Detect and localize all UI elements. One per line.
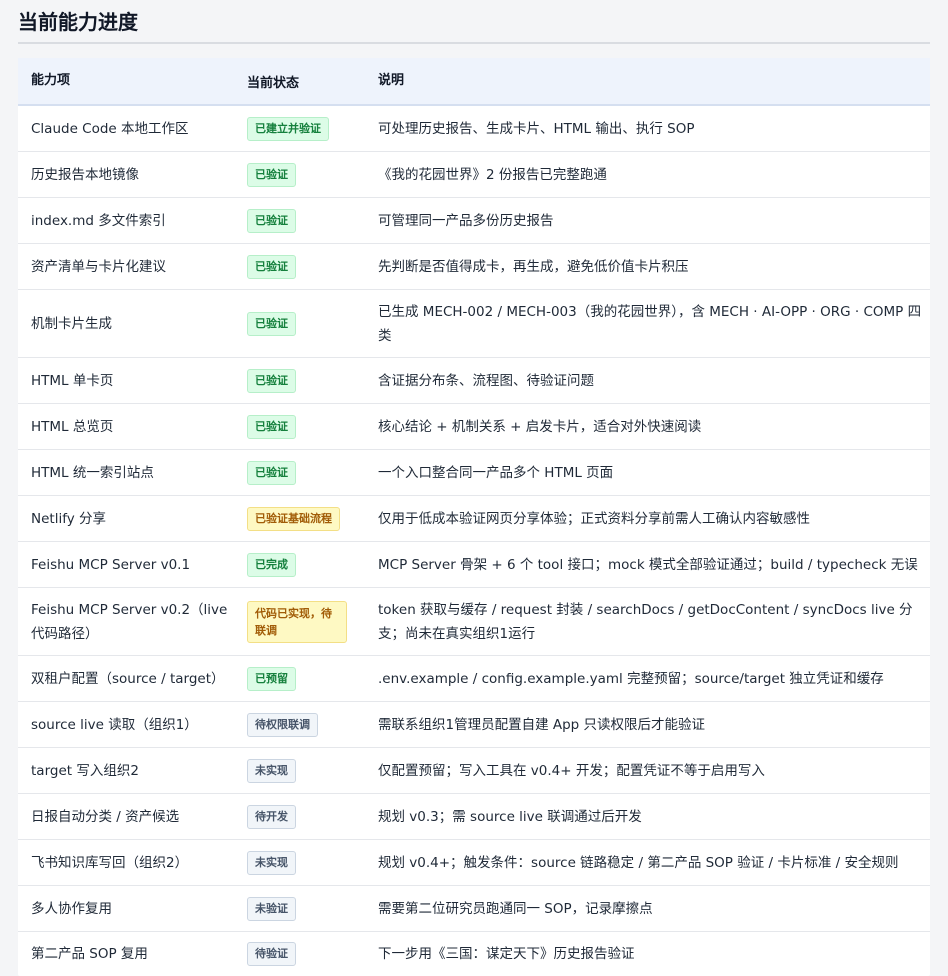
capability-table: 能力项 当前状态 说明 Claude Code 本地工作区 已建立并验证 可处理历史… <box>18 58 930 976</box>
table-row: 双租户配置（source / target） 已预留 .env.example / … <box>18 656 930 702</box>
status-badge: 未验证 <box>247 896 296 921</box>
table-row: 日报自动分类 / 资产候选 待开发 规划 v0.3；需 source live 联调… <box>18 794 930 840</box>
status-cell: 已建立并验证 <box>247 116 378 141</box>
status-cell: 未实现 <box>247 850 378 875</box>
status-cell: 已完成 <box>247 552 378 577</box>
status-cell: 已验证 <box>247 414 378 439</box>
capability-name: 机制卡片生成 <box>31 315 112 332</box>
table-row: HTML 统一索引站点 已验证 一个入口整合同一产品多个 HTML 页面 <box>18 450 930 496</box>
capability-description: token 获取与缓存 / request 封装 / searchDocs / … <box>378 601 913 642</box>
table-body: Claude Code 本地工作区 已建立并验证 可处理历史报告、生成卡片、HTML… <box>18 106 930 976</box>
page-title: 当前能力进度 <box>18 0 930 44</box>
table-header: 能力项 当前状态 说明 <box>18 58 930 106</box>
status-badge: 已验证 <box>247 368 296 393</box>
capability-description: 仅配置预留；写入工具在 v0.4+ 开发；配置凭证不等于启用写入 <box>378 762 765 779</box>
status-badge: 未实现 <box>247 758 296 783</box>
capability-description: 仅用于低成本验证网页分享体验；正式资料分享前需人工确认内容敏感性 <box>378 510 810 527</box>
capability-name: Feishu MCP Server v0.2（live 代码路径） <box>31 601 228 642</box>
table-row: 资产清单与卡片化建议 已验证 先判断是否值得成卡，再生成，避免低价值卡片积压 <box>18 244 930 290</box>
capability-name: HTML 统一索引站点 <box>31 464 154 481</box>
status-cell: 待开发 <box>247 804 378 829</box>
table-row: 多人协作复用 未验证 需要第二位研究员跑通同一 SOP，记录摩擦点 <box>18 886 930 932</box>
status-badge: 已验证 <box>247 311 296 336</box>
status-cell: 未实现 <box>247 758 378 783</box>
status-cell: 未验证 <box>247 896 378 921</box>
header-desc: 说明 <box>378 73 405 88</box>
capability-description: 核心结论 + 机制关系 + 启发卡片，适合对外快速阅读 <box>378 418 702 435</box>
table-row: source live 读取（组织1） 待权限联调 需联系组织1管理员配置自建 Ap… <box>18 702 930 748</box>
header-item: 能力项 <box>31 73 71 88</box>
capability-description: 规划 v0.3；需 source live 联调通过后开发 <box>378 808 642 825</box>
capability-name: HTML 单卡页 <box>31 372 114 389</box>
capability-description: .env.example / config.example.yaml 完整预留；… <box>378 670 884 687</box>
capability-name: 飞书知识库写回（组织2） <box>31 854 189 871</box>
status-badge: 代码已实现，待联调 <box>247 600 347 643</box>
capability-name: 历史报告本地镜像 <box>31 166 139 183</box>
capability-name: Claude Code 本地工作区 <box>31 120 189 137</box>
capability-description: 已生成 MECH-002 / MECH-003（我的花园世界），含 MECH ·… <box>378 303 922 344</box>
capability-name: source live 读取（组织1） <box>31 716 198 733</box>
table-row: HTML 单卡页 已验证 含证据分布条、流程图、待验证问题 <box>18 358 930 404</box>
capability-description: 需联系组织1管理员配置自建 App 只读权限后才能验证 <box>378 716 706 733</box>
status-badge: 已验证 <box>247 460 296 485</box>
table-row: 机制卡片生成 已验证 已生成 MECH-002 / MECH-003（我的花园世界）… <box>18 290 930 358</box>
capability-name: 资产清单与卡片化建议 <box>31 258 166 275</box>
status-cell: 已验证基础流程 <box>247 506 378 531</box>
capability-description: 下一步用《三国：谋定天下》历史报告验证 <box>378 946 635 962</box>
status-cell: 已验证 <box>247 311 378 336</box>
status-cell: 待权限联调 <box>247 712 378 737</box>
status-badge: 已验证 <box>247 414 296 439</box>
capability-description: 一个入口整合同一产品多个 HTML 页面 <box>378 464 614 481</box>
status-cell: 已验证 <box>247 254 378 279</box>
table-row: Feishu MCP Server v0.2（live 代码路径） 代码已实现，待… <box>18 588 930 656</box>
capability-description: 可处理历史报告、生成卡片、HTML 输出、执行 SOP <box>378 120 695 137</box>
table-row: HTML 总览页 已验证 核心结论 + 机制关系 + 启发卡片，适合对外快速阅读 <box>18 404 930 450</box>
status-cell: 待验证 <box>247 942 378 966</box>
capability-name: target 写入组织2 <box>31 762 139 779</box>
status-cell: 已验证 <box>247 368 378 393</box>
table-row: 飞书知识库写回（组织2） 未实现 规划 v0.4+；触发条件：source 链路稳定… <box>18 840 930 886</box>
status-cell: 已验证 <box>247 162 378 187</box>
capability-description: 先判断是否值得成卡，再生成，避免低价值卡片积压 <box>378 258 689 275</box>
status-badge: 待开发 <box>247 804 296 829</box>
status-cell: 已预留 <box>247 666 378 691</box>
capability-name: index.md 多文件索引 <box>31 212 166 229</box>
status-badge: 已预留 <box>247 666 296 691</box>
capability-name: 日报自动分类 / 资产候选 <box>31 808 180 825</box>
table-row: target 写入组织2 未实现 仅配置预留；写入工具在 v0.4+ 开发；配置凭证… <box>18 748 930 794</box>
capability-description: 规划 v0.4+；触发条件：source 链路稳定 / 第二产品 SOP 验证 … <box>378 854 899 871</box>
capability-name: HTML 总览页 <box>31 418 114 435</box>
table-row: Claude Code 本地工作区 已建立并验证 可处理历史报告、生成卡片、HTML… <box>18 106 930 152</box>
capability-name: 双租户配置（source / target） <box>31 670 225 687</box>
table-row: index.md 多文件索引 已验证 可管理同一产品多份历史报告 <box>18 198 930 244</box>
status-badge: 待验证 <box>247 942 296 966</box>
status-badge: 待权限联调 <box>247 712 318 737</box>
header-status: 当前状态 <box>247 75 300 91</box>
status-cell: 代码已实现，待联调 <box>247 600 378 643</box>
capability-description: 含证据分布条、流程图、待验证问题 <box>378 372 594 389</box>
status-cell: 已验证 <box>247 208 378 233</box>
status-badge: 已验证基础流程 <box>247 506 340 531</box>
table-row: 历史报告本地镜像 已验证 《我的花园世界》2 份报告已完整跑通 <box>18 152 930 198</box>
status-badge: 已建立并验证 <box>247 116 329 141</box>
capability-description: 可管理同一产品多份历史报告 <box>378 212 554 229</box>
capability-name: Feishu MCP Server v0.1 <box>31 556 191 573</box>
status-cell: 已验证 <box>247 460 378 485</box>
capability-name: 第二产品 SOP 复用 <box>31 946 148 962</box>
status-badge: 已验证 <box>247 208 296 233</box>
capability-name: Netlify 分享 <box>31 510 106 527</box>
table-row: Netlify 分享 已验证基础流程 仅用于低成本验证网页分享体验；正式资料分享前需… <box>18 496 930 542</box>
capability-description: 需要第二位研究员跑通同一 SOP，记录摩擦点 <box>378 900 653 917</box>
capability-description: 《我的花园世界》2 份报告已完整跑通 <box>378 166 607 183</box>
capability-description: MCP Server 骨架 + 6 个 tool 接口；mock 模式全部验证通… <box>378 556 918 573</box>
status-badge: 已验证 <box>247 254 296 279</box>
capability-name: 多人协作复用 <box>31 900 112 917</box>
status-badge: 已验证 <box>247 162 296 187</box>
table-row: Feishu MCP Server v0.1 已完成 MCP Server 骨架 +… <box>18 542 930 588</box>
status-badge: 已完成 <box>247 552 296 577</box>
table-row: 第二产品 SOP 复用 待验证 下一步用《三国：谋定天下》历史报告验证 <box>18 932 930 976</box>
page: 当前能力进度 能力项 当前状态 说明 Claude Code 本地工作区 已建立并… <box>0 0 948 976</box>
status-badge: 未实现 <box>247 850 296 875</box>
